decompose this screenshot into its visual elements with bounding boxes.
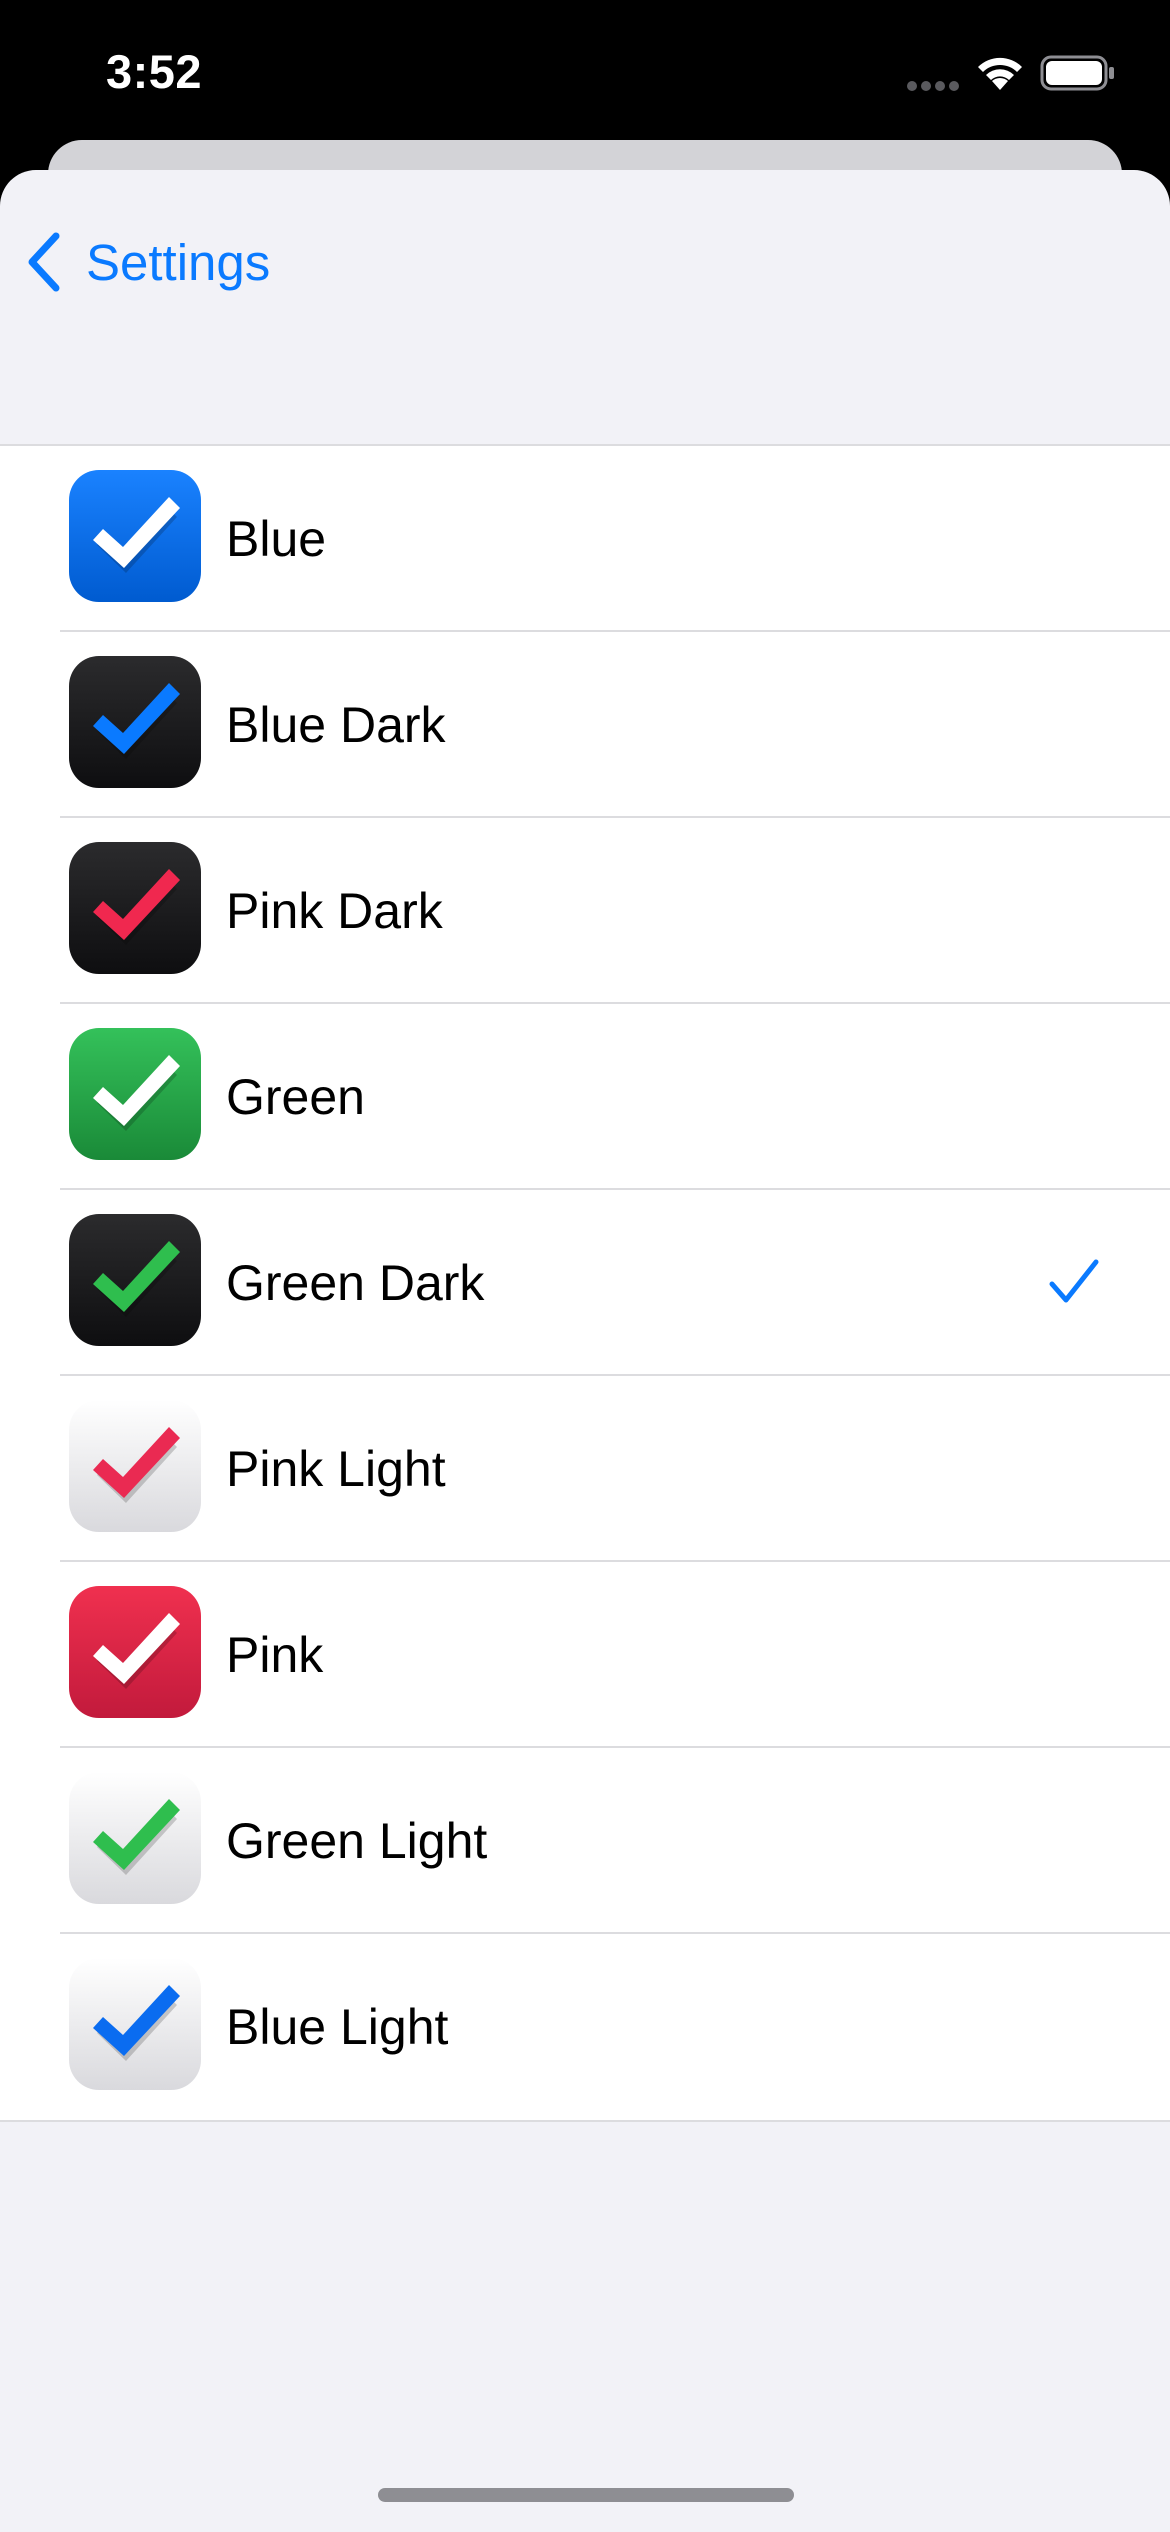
list-item[interactable]: Green Light (0, 1748, 1170, 1934)
theme-list: Blue Blue Dark Pink Dark Green Green Dark Pin… (0, 444, 1170, 2122)
checkmark-app-icon (69, 1586, 201, 1718)
list-item[interactable]: Pink Light (0, 1376, 1170, 1562)
status-time: 3:52 (106, 45, 203, 98)
signal-dots-icon (907, 81, 959, 91)
home-indicator[interactable] (378, 2488, 794, 2502)
list-item[interactable]: Green (0, 1004, 1170, 1190)
list-item[interactable]: Green Dark (0, 1190, 1170, 1376)
list-item-label: Green Dark (226, 1255, 485, 1311)
list-item-label: Green Light (226, 1813, 488, 1869)
checkmark-app-icon (69, 1958, 201, 2090)
list-item-label: Green (226, 1069, 365, 1125)
list-item-label: Blue Light (226, 1999, 449, 2055)
wifi-icon (978, 57, 1022, 90)
list-item[interactable]: Pink Dark (0, 818, 1170, 1004)
checkmark-app-icon (69, 1400, 201, 1532)
checkmark-app-icon (69, 842, 201, 974)
checkmark-app-icon (69, 1214, 201, 1346)
list-item[interactable]: Blue Dark (0, 632, 1170, 818)
list-item-label: Pink Light (226, 1441, 446, 1497)
checkmark-app-icon (69, 1028, 201, 1160)
battery-icon (1040, 55, 1114, 91)
checkmark-app-icon (69, 656, 201, 788)
list-item-label: Blue Dark (226, 697, 446, 753)
list-item-label: Pink (226, 1627, 324, 1683)
status-bar: 3:52 (0, 0, 1170, 140)
checkmark-icon (1049, 1259, 1099, 1303)
chevron-left-icon (28, 232, 60, 292)
settings-sheet: Settings Blue Blue Dark Pink Dark Green Gree… (0, 170, 1170, 2532)
list-item-label: Blue (226, 511, 327, 567)
list-item-label: Pink Dark (226, 883, 443, 939)
list-item[interactable]: Pink (0, 1562, 1170, 1748)
list-item[interactable]: Blue (0, 446, 1170, 632)
list-item[interactable]: Blue Light (0, 1934, 1170, 2120)
back-label: Settings (86, 233, 271, 291)
back-button[interactable]: Settings (24, 222, 270, 302)
checkmark-app-icon (69, 1772, 201, 1904)
checkmark-app-icon (69, 470, 201, 602)
